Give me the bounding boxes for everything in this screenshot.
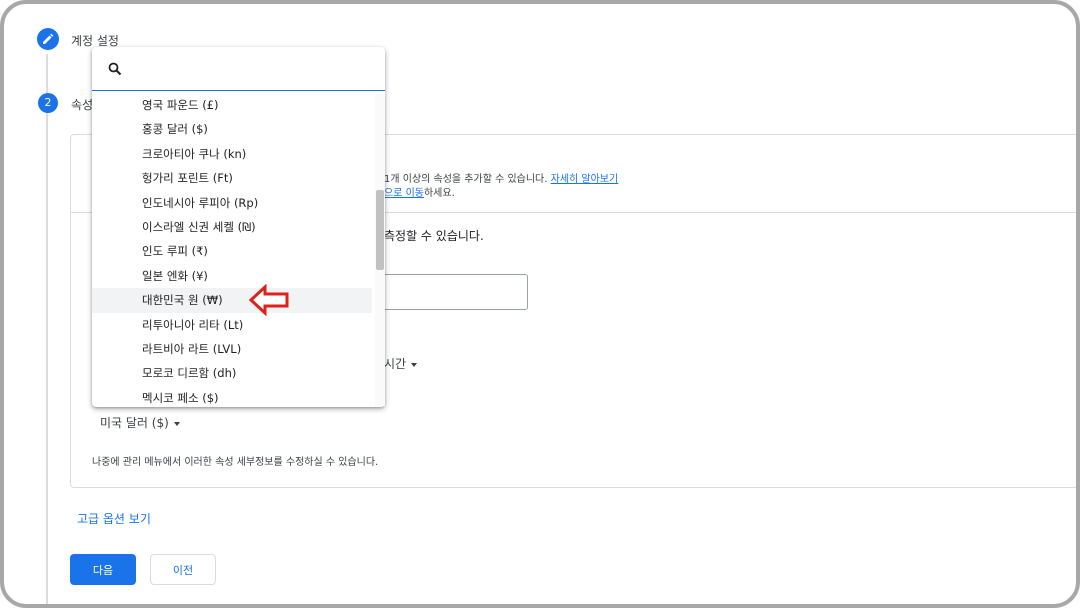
currency-option[interactable]: 인도 루피 (₹) [92,239,385,263]
chevron-down-icon [173,421,180,426]
currency-option[interactable]: 리투아니아 리타 (Lt) [92,313,385,337]
currency-option[interactable]: 일본 엔화 (¥) [92,264,385,288]
measure-text: 측정할 수 있습니다. [384,229,484,243]
currency-option[interactable]: 인도네시아 루피아 (Rp) [92,191,385,215]
chevron-down-icon [411,362,418,367]
currency-option[interactable]: 모로코 디르함 (dh) [92,361,385,385]
step-2-indicator: 2 [38,93,58,113]
currency-select[interactable]: 미국 달러 ($) [100,414,180,431]
search-icon [108,62,122,76]
currency-option[interactable]: 라트비아 라트 (LVL) [92,337,385,361]
arrow-left-icon [249,284,289,316]
search-input[interactable] [132,57,376,83]
previous-button[interactable]: 이전 [150,554,216,585]
screenshot-frame: 계정 설정 2 속성 1개 이상의 속성을 추가할 수 있습니다. 자세히 알아… [0,0,1080,608]
timezone-value: 시간 [384,357,407,371]
currency-dropdown: 영국 파운드 (£) 홍콩 달러 ($) 크로아티아 쿠나 (kn) 헝가리 포린트 … [92,47,385,407]
stepper-line [46,54,48,604]
currency-option[interactable]: 멕시코 페소 ($) [92,386,385,407]
learn-more-link[interactable]: 자세히 알아보기 [551,174,619,185]
currency-value: 미국 달러 ($) [100,416,169,430]
currency-option[interactable]: 헝가리 포린트 (Ft) [92,166,385,190]
advanced-options-link[interactable]: 고급 옵션 보기 [77,510,151,527]
currency-option[interactable]: 홍콩 달러 ($) [92,117,385,141]
step-2-label: 속성 [71,98,94,112]
currency-option[interactable]: 대한민국 원 (₩) [92,288,372,313]
step-1-indicator [37,28,59,50]
info-text-row: 1개 이상의 속성을 추가할 수 있습니다. 자세히 알아보기 [384,170,618,185]
dropdown-scrollbar[interactable] [376,190,384,270]
currency-option[interactable]: 영국 파운드 (£) [92,93,385,117]
move-suffix: 하세요. [423,188,455,199]
move-link[interactable]: 으로 이동 [384,188,424,199]
property-name-input[interactable] [382,274,528,310]
footer-note: 나중에 관리 메뉴에서 이러한 속성 세부정보를 수정하실 수 있습니다. [92,457,379,468]
next-button[interactable]: 다음 [70,554,136,585]
dropdown-search [92,47,385,91]
currency-option[interactable]: 크로아티아 쿠나 (kn) [92,142,385,166]
currency-list: 영국 파운드 (£) 홍콩 달러 ($) 크로아티아 쿠나 (kn) 헝가리 포린트 … [92,93,385,407]
currency-option[interactable]: 이스라엘 신권 세켈 (₪) [92,215,385,239]
move-text-row: 으로 이동하세요. [384,184,455,199]
timezone-select[interactable]: 시간 [384,355,418,372]
pencil-icon [43,33,54,44]
